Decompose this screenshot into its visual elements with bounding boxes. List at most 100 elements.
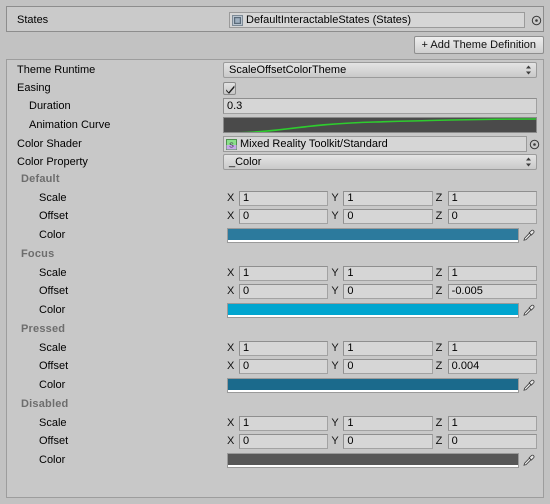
default-scale-row: Scale X 1 Y 1 Z 1 — [15, 189, 537, 207]
states-panel: States DefaultInteractableStates (States… — [6, 6, 544, 32]
pressed-scale-z-input[interactable]: 1 — [447, 340, 537, 356]
focus-scale-z-input[interactable]: 1 — [447, 265, 537, 281]
chevron-updown-icon — [525, 157, 532, 168]
default-offset-x-input[interactable]: 0 — [239, 208, 329, 224]
default-offset-row: Offset X 0 Y 0 Z 0 — [15, 207, 537, 225]
disabled-scale-row: Scale X 1 Y 1 Z 1 — [15, 414, 537, 432]
disabled-scale-y-input[interactable]: 1 — [343, 415, 433, 431]
add-theme-definition-button[interactable]: + Add Theme Definition — [413, 36, 544, 54]
states-object-value: DefaultInteractableStates (States) — [246, 14, 412, 26]
animation-curve-graph — [224, 118, 536, 132]
focus-color-field[interactable] — [227, 302, 519, 318]
duration-label: Duration — [29, 100, 71, 112]
pressed-scale-row: Scale X 1 Y 1 Z 1 — [15, 339, 537, 357]
focus-scale-x-input[interactable]: 1 — [239, 265, 329, 281]
pressed-scale-y-input[interactable]: 1 — [343, 340, 433, 356]
state-section-default: Default Scale X 1 Y 1 Z 1 Offset X 0 Y 0… — [15, 170, 537, 245]
axis-z-label: Z — [435, 192, 443, 204]
disabled-offset-row: Offset X 0 Y 0 Z 0 — [15, 432, 537, 450]
focus-color-alpha-bar — [228, 314, 518, 317]
axis-z-label: Z — [435, 435, 443, 447]
object-picker-icon[interactable] — [529, 12, 543, 28]
pressed-offset-row: Offset X 0 Y 0 Z 0.004 — [15, 357, 537, 375]
focus-eyedropper-icon[interactable] — [519, 304, 537, 317]
default-scale-x-input[interactable]: 1 — [239, 190, 329, 206]
default-color-swatch — [228, 228, 518, 240]
svg-text:S: S — [229, 142, 234, 149]
axis-y-label: Y — [331, 285, 339, 297]
disabled-color-label: Color — [39, 454, 66, 466]
disabled-color-row: Color — [15, 450, 537, 470]
default-scale-y-input[interactable]: 1 — [343, 190, 433, 206]
axis-x-label: X — [227, 192, 235, 204]
disabled-color-alpha-bar — [228, 464, 518, 467]
axis-x-label: X — [227, 360, 235, 372]
default-eyedropper-icon[interactable] — [519, 229, 537, 242]
axis-z-label: Z — [435, 417, 443, 429]
color-shader-object-field[interactable]: S Mixed Reality Toolkit/Standard — [223, 136, 527, 152]
pressed-offset-z-input[interactable]: 0.004 — [447, 358, 537, 374]
row-color-shader: Color Shader S Mixed Reality Toolkit/Sta… — [7, 135, 543, 153]
default-offset-y-input[interactable]: 0 — [343, 208, 433, 224]
state-header-pressed: Pressed — [21, 323, 66, 335]
default-scale-z-input[interactable]: 1 — [447, 190, 537, 206]
easing-label: Easing — [17, 82, 51, 94]
default-scale-label: Scale — [39, 192, 67, 204]
pressed-color-row: Color — [15, 375, 537, 395]
disabled-scale-label: Scale — [39, 417, 67, 429]
pressed-color-field[interactable] — [227, 377, 519, 393]
scriptable-object-icon — [232, 14, 243, 26]
pressed-offset-x-input[interactable]: 0 — [239, 358, 329, 374]
focus-offset-x-input[interactable]: 0 — [239, 283, 329, 299]
theme-properties-group: Theme Runtime ScaleOffsetColorTheme Easi… — [7, 60, 543, 171]
focus-offset-z-input[interactable]: -0.005 — [447, 283, 537, 299]
axis-z-label: Z — [435, 267, 443, 279]
state-section-disabled: Disabled Scale X 1 Y 1 Z 1 Offset X 0 Y … — [15, 395, 537, 470]
shader-object-picker-icon[interactable] — [527, 136, 541, 152]
pressed-offset-y-input[interactable]: 0 — [343, 358, 433, 374]
axis-x-label: X — [227, 342, 235, 354]
theme-runtime-dropdown[interactable]: ScaleOffsetColorTheme — [223, 62, 537, 78]
disabled-color-field[interactable] — [227, 452, 519, 468]
disabled-eyedropper-icon[interactable] — [519, 454, 537, 467]
state-header-focus: Focus — [21, 248, 55, 260]
focus-scale-y-input[interactable]: 1 — [343, 265, 433, 281]
axis-y-label: Y — [331, 435, 339, 447]
disabled-offset-y-input[interactable]: 0 — [343, 433, 433, 449]
color-property-dropdown[interactable]: _Color — [223, 154, 537, 170]
pressed-scale-x-input[interactable]: 1 — [239, 340, 329, 356]
axis-z-label: Z — [435, 285, 443, 297]
pressed-eyedropper-icon[interactable] — [519, 379, 537, 392]
axis-y-label: Y — [331, 417, 339, 429]
focus-offset-y-input[interactable]: 0 — [343, 283, 433, 299]
state-section-focus: Focus Scale X 1 Y 1 Z 1 Offset X 0 Y 0 Z… — [15, 245, 537, 320]
disabled-offset-z-input[interactable]: 0 — [447, 433, 537, 449]
disabled-color-swatch — [228, 453, 518, 465]
theme-definition-body: Theme Runtime ScaleOffsetColorTheme Easi… — [6, 59, 544, 498]
pressed-color-label: Color — [39, 379, 66, 391]
default-offset-z-input[interactable]: 0 — [447, 208, 537, 224]
animation-curve-field[interactable] — [223, 117, 537, 133]
duration-input[interactable]: 0.3 — [223, 98, 537, 114]
default-color-label: Color — [39, 229, 66, 241]
default-offset-label: Offset — [39, 210, 69, 222]
row-animation-curve: Animation Curve — [7, 115, 543, 135]
easing-checkbox[interactable] — [223, 81, 236, 95]
axis-z-label: Z — [435, 360, 443, 372]
axis-y-label: Y — [331, 267, 339, 279]
disabled-scale-z-input[interactable]: 1 — [447, 415, 537, 431]
focus-scale-label: Scale — [39, 267, 67, 279]
disabled-scale-x-input[interactable]: 1 — [239, 415, 329, 431]
axis-x-label: X — [227, 285, 235, 297]
axis-y-label: Y — [331, 210, 339, 222]
default-color-field[interactable] — [227, 227, 519, 243]
row-duration: Duration 0.3 — [7, 97, 543, 115]
axis-x-label: X — [227, 267, 235, 279]
theme-runtime-value: ScaleOffsetColorTheme — [229, 64, 347, 76]
axis-y-label: Y — [331, 360, 339, 372]
axis-z-label: Z — [435, 210, 443, 222]
states-object-field[interactable]: DefaultInteractableStates (States) — [229, 12, 525, 28]
color-shader-label: Color Shader — [17, 138, 82, 150]
disabled-offset-x-input[interactable]: 0 — [239, 433, 329, 449]
color-property-label: Color Property — [17, 156, 88, 168]
